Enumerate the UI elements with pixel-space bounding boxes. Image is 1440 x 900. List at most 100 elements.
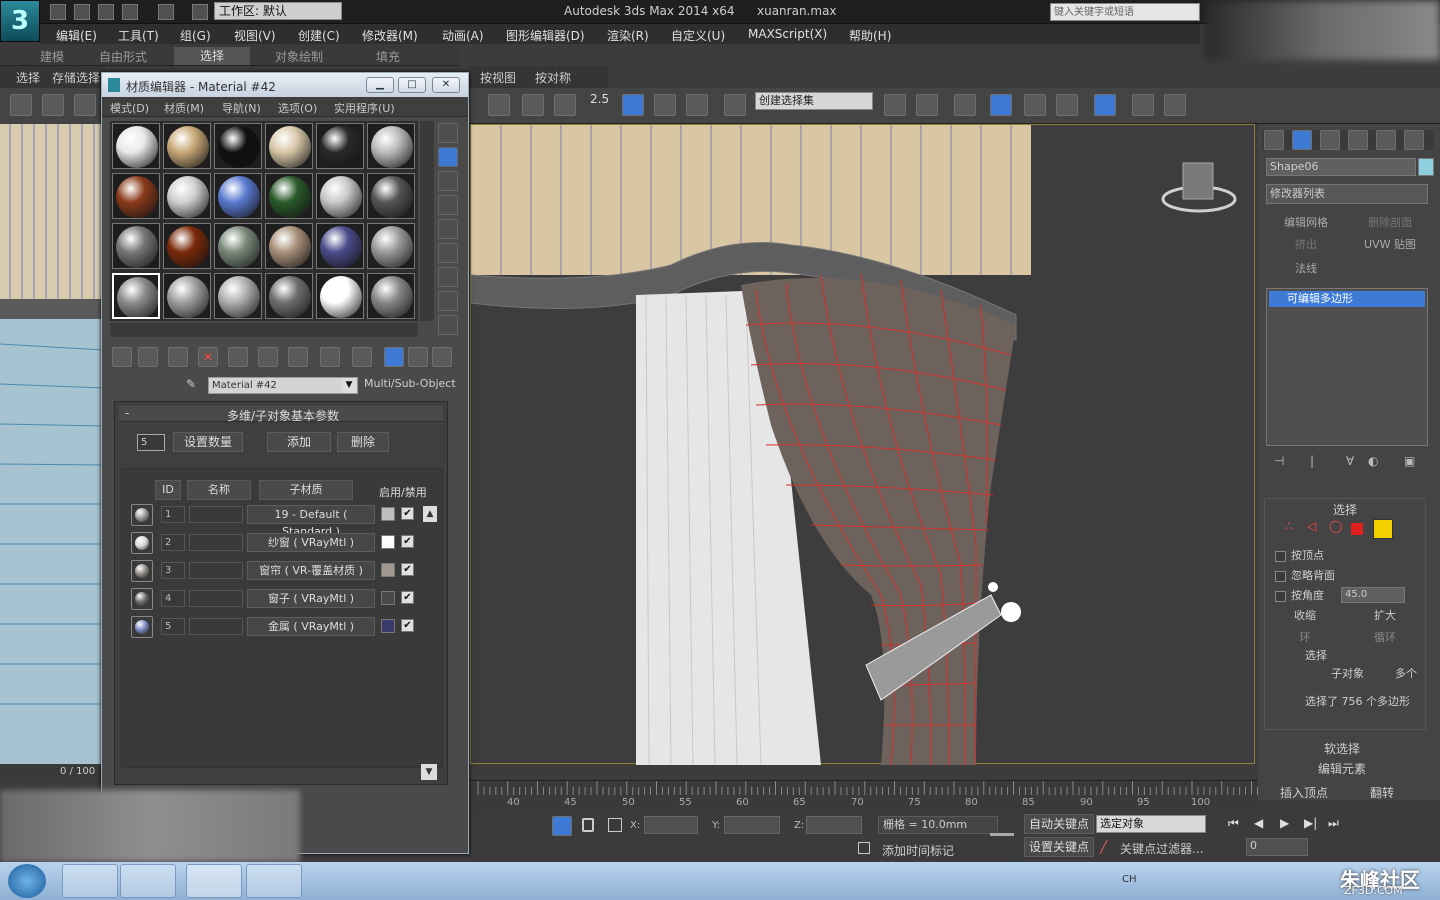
material-slot[interactable] bbox=[163, 223, 211, 269]
show-end-result-icon[interactable]: | bbox=[1310, 454, 1314, 468]
material-slot[interactable] bbox=[367, 273, 415, 319]
sub-material-column-header[interactable]: 子材质 bbox=[259, 480, 353, 500]
material-slot[interactable] bbox=[163, 123, 211, 169]
menu-options[interactable]: 选项(O) bbox=[278, 100, 317, 116]
table-row[interactable]: 3 窗帘 ( VR-覆盖材质 ) ✔ bbox=[127, 558, 447, 584]
sub-material-preview[interactable] bbox=[131, 616, 153, 638]
sub-material-button[interactable]: 窗帘 ( VR-覆盖材质 ) bbox=[247, 561, 375, 580]
schematic-view-icon[interactable] bbox=[1056, 94, 1078, 116]
set-key-button[interactable]: 设置关键点 bbox=[1024, 837, 1094, 857]
material-slot[interactable] bbox=[214, 173, 262, 219]
layer-manager-icon[interactable] bbox=[954, 94, 976, 116]
sub-id-input[interactable]: 1 bbox=[161, 506, 185, 523]
hierarchy-tab-icon[interactable] bbox=[1320, 130, 1340, 150]
bind-space-warp-icon[interactable] bbox=[74, 94, 96, 116]
object-name-input[interactable]: Shape06 bbox=[1266, 158, 1416, 176]
scene-explorer-icon[interactable] bbox=[990, 94, 1012, 116]
material-name-input[interactable]: Material #42 bbox=[208, 377, 358, 394]
sub-enable-checkbox[interactable]: ✔ bbox=[401, 591, 414, 604]
motion-tab-icon[interactable] bbox=[1348, 130, 1368, 150]
spinner-snap-icon[interactable] bbox=[686, 94, 708, 116]
sub-material-preview[interactable] bbox=[131, 504, 153, 526]
table-row[interactable]: 4 窗子 ( VRayMtl ) ✔ bbox=[127, 586, 447, 612]
put-to-scene-icon[interactable] bbox=[138, 347, 158, 367]
sub-color-swatch[interactable] bbox=[381, 563, 395, 577]
put-to-library-icon[interactable] bbox=[258, 347, 278, 367]
sub-material-button[interactable]: 纱窗 ( VRayMtl ) bbox=[247, 533, 375, 552]
sub-enable-checkbox[interactable]: ✔ bbox=[401, 563, 414, 576]
create-tab-icon[interactable] bbox=[1264, 130, 1284, 150]
video-color-check-icon[interactable] bbox=[438, 219, 458, 239]
menu-graph-editors[interactable]: 图形编辑器(D) bbox=[506, 27, 585, 44]
key-mode-dropdown[interactable]: 选定对象 bbox=[1096, 815, 1206, 833]
remove-modifier-icon[interactable]: ◐ bbox=[1368, 454, 1378, 468]
menu-navigation[interactable]: 导航(N) bbox=[222, 100, 261, 116]
element-level-icon[interactable] bbox=[1373, 519, 1393, 539]
flip-button[interactable]: 翻转 bbox=[1370, 784, 1394, 801]
menu-group[interactable]: 组(G) bbox=[180, 27, 211, 44]
lock-icon[interactable] bbox=[582, 818, 594, 832]
material-slot[interactable] bbox=[265, 223, 313, 269]
sub-material-preview[interactable] bbox=[131, 560, 153, 582]
go-to-end-icon[interactable]: ⏭ bbox=[1328, 816, 1339, 831]
material-slot[interactable] bbox=[112, 223, 160, 269]
new-file-icon[interactable] bbox=[50, 4, 66, 20]
current-frame-input[interactable]: 0 bbox=[1246, 838, 1308, 856]
sub-id-input[interactable]: 3 bbox=[161, 562, 185, 579]
table-row[interactable]: 2 纱窗 ( VRayMtl ) ✔ bbox=[127, 530, 447, 556]
tab-object-paint[interactable]: 对象绘制 bbox=[275, 48, 323, 65]
show-end-result-material-icon[interactable] bbox=[352, 347, 372, 367]
x-coord-input[interactable] bbox=[644, 816, 698, 834]
get-material-icon[interactable] bbox=[112, 347, 132, 367]
move-icon[interactable] bbox=[522, 94, 544, 116]
backlight-icon[interactable] bbox=[438, 147, 458, 167]
ribbon-by-view[interactable]: 按视图 bbox=[480, 69, 516, 86]
sample-uv-tiling-icon[interactable] bbox=[438, 195, 458, 215]
material-slot[interactable] bbox=[367, 123, 415, 169]
material-slot[interactable] bbox=[316, 223, 364, 269]
menu-modifiers[interactable]: 修改器(M) bbox=[362, 27, 418, 44]
undo-icon[interactable] bbox=[122, 4, 138, 20]
uvw-map-button[interactable]: UVW 贴图 bbox=[1350, 236, 1430, 254]
sub-enable-checkbox[interactable]: ✔ bbox=[401, 619, 414, 632]
reset-map-icon[interactable]: ✕ bbox=[198, 347, 218, 367]
select-region-icon[interactable] bbox=[488, 94, 510, 116]
select-by-material-icon[interactable] bbox=[438, 291, 458, 311]
rollout-header[interactable]: - 多维/子对象基本参数 bbox=[119, 406, 443, 423]
angle-snap-icon[interactable] bbox=[622, 94, 644, 116]
minimize-button[interactable]: ▁ bbox=[366, 77, 394, 93]
background-checker-icon[interactable] bbox=[438, 171, 458, 191]
start-button-icon[interactable] bbox=[8, 864, 46, 898]
named-selection-set-dropdown[interactable]: 创建选择集 bbox=[755, 92, 873, 110]
menu-animation[interactable]: 动画(A) bbox=[442, 27, 484, 44]
make-unique-icon[interactable]: ∀ bbox=[1346, 454, 1354, 468]
menu-rendering[interactable]: 渲染(R) bbox=[607, 27, 649, 44]
mirror-icon[interactable] bbox=[884, 94, 906, 116]
grow-button[interactable]: 扩大 bbox=[1349, 607, 1421, 625]
assign-to-selection-icon[interactable] bbox=[168, 347, 188, 367]
key-filters-button[interactable]: 关键点过滤器... bbox=[1120, 840, 1203, 857]
chevron-down-icon[interactable]: ▼ bbox=[342, 378, 356, 393]
angle-input[interactable]: 45.0 bbox=[1341, 587, 1405, 603]
list-scroll-down-icon[interactable]: ▼ bbox=[421, 764, 437, 780]
make-preview-icon[interactable] bbox=[438, 243, 458, 263]
material-slot[interactable] bbox=[112, 173, 160, 219]
material-slot[interactable] bbox=[163, 273, 211, 319]
extrude-button[interactable]: 挤出 bbox=[1266, 236, 1346, 254]
z-coord-input[interactable] bbox=[806, 816, 862, 834]
material-slot[interactable] bbox=[112, 273, 160, 319]
material-slot[interactable] bbox=[265, 173, 313, 219]
material-slot[interactable] bbox=[316, 173, 364, 219]
material-slot[interactable] bbox=[265, 123, 313, 169]
id-column-header[interactable]: ID bbox=[155, 480, 181, 500]
material-slot[interactable] bbox=[163, 173, 211, 219]
loop-button[interactable]: 循环 bbox=[1349, 629, 1421, 647]
ribbon-select[interactable]: 选择 bbox=[16, 69, 40, 86]
by-vertex-checkbox[interactable] bbox=[1275, 551, 1286, 562]
sub-name-input[interactable] bbox=[189, 618, 243, 635]
tab-modeling[interactable]: 建模 bbox=[40, 48, 64, 65]
auto-key-button[interactable]: 自动关键点 bbox=[1024, 814, 1094, 834]
rotate-icon[interactable] bbox=[554, 94, 576, 116]
prev-frame-icon[interactable]: ◀ bbox=[1254, 816, 1263, 830]
menu-views[interactable]: 视图(V) bbox=[234, 27, 276, 44]
